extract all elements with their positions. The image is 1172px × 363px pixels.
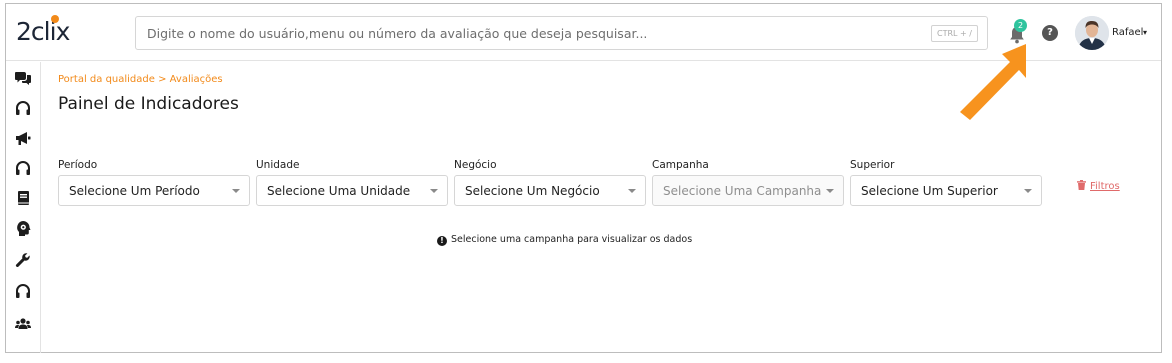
unidade-select-value: Selecione Uma Unidade [267, 184, 411, 198]
avatar[interactable] [1075, 16, 1109, 50]
empty-state-text: Selecione uma campanha para visualizar o… [451, 234, 693, 245]
headphones-icon[interactable] [15, 283, 31, 299]
trash-icon [1077, 180, 1086, 190]
users-icon[interactable] [15, 316, 31, 332]
periodo-select-value: Selecione Um Período [69, 184, 200, 198]
campanha-select-value: Selecione Uma Campanha [663, 184, 822, 198]
filter-label-negocio: Negócio [454, 159, 497, 171]
page-title: Painel de Indicadores [58, 94, 239, 114]
chevron-down-icon [1024, 189, 1032, 193]
chevron-down-icon[interactable]: ▾ [1143, 28, 1147, 37]
empty-state-message: ! Selecione uma campanha para visualizar … [437, 234, 692, 246]
headphones-icon[interactable] [15, 160, 31, 176]
megaphone-icon[interactable] [15, 130, 31, 146]
chat-bubbles-icon[interactable] [15, 70, 31, 86]
filtros-label: Filtros [1090, 181, 1120, 192]
head-gear-icon[interactable] [15, 220, 31, 236]
unidade-select[interactable]: Selecione Uma Unidade [256, 175, 448, 206]
chevron-down-icon [430, 189, 438, 193]
shortcut-hint: CTRL + / [931, 25, 978, 42]
user-photo-icon [1075, 16, 1109, 50]
logo-dot [50, 15, 59, 23]
breadcrumb[interactable]: Portal da qualidade > Avaliações [58, 74, 223, 85]
logo[interactable]: 2cli x [16, 15, 70, 46]
logo-text: 2cli x [16, 15, 70, 46]
user-name[interactable]: Rafael [1112, 27, 1143, 38]
app-window: 2cli x Digite o nome do usuário,menu ou n… [5, 3, 1162, 353]
filtros-button[interactable]: Filtros [1077, 180, 1120, 192]
help-icon[interactable]: ? [1042, 25, 1058, 41]
negocio-select[interactable]: Selecione Um Negócio [454, 175, 646, 206]
periodo-select[interactable]: Selecione Um Período [58, 175, 250, 206]
wrench-icon[interactable] [15, 252, 31, 268]
negocio-select-value: Selecione Um Negócio [465, 184, 600, 198]
superior-select[interactable]: Selecione Um Superior [850, 175, 1042, 206]
filter-label-periodo: Período [58, 159, 98, 171]
filter-label-superior: Superior [850, 159, 895, 171]
headphones-icon[interactable] [15, 100, 31, 116]
superior-select-value: Selecione Um Superior [861, 184, 998, 198]
search-input[interactable]: Digite o nome do usuário,menu ou número … [147, 26, 647, 41]
chevron-down-icon [232, 189, 240, 193]
campanha-select[interactable]: Selecione Uma Campanha [652, 175, 844, 206]
notification-badge: 2 [1014, 19, 1027, 32]
chevron-down-icon [826, 189, 834, 193]
search-bar[interactable]: Digite o nome do usuário,menu ou número … [135, 16, 988, 50]
sidebar [6, 62, 41, 353]
chevron-down-icon [628, 189, 636, 193]
filter-label-campanha: Campanha [652, 159, 709, 171]
book-icon[interactable] [15, 190, 31, 206]
filter-label-unidade: Unidade [256, 159, 300, 171]
exclamation-circle-icon: ! [437, 236, 447, 246]
orange-arrow-annotation-icon [960, 44, 1026, 120]
